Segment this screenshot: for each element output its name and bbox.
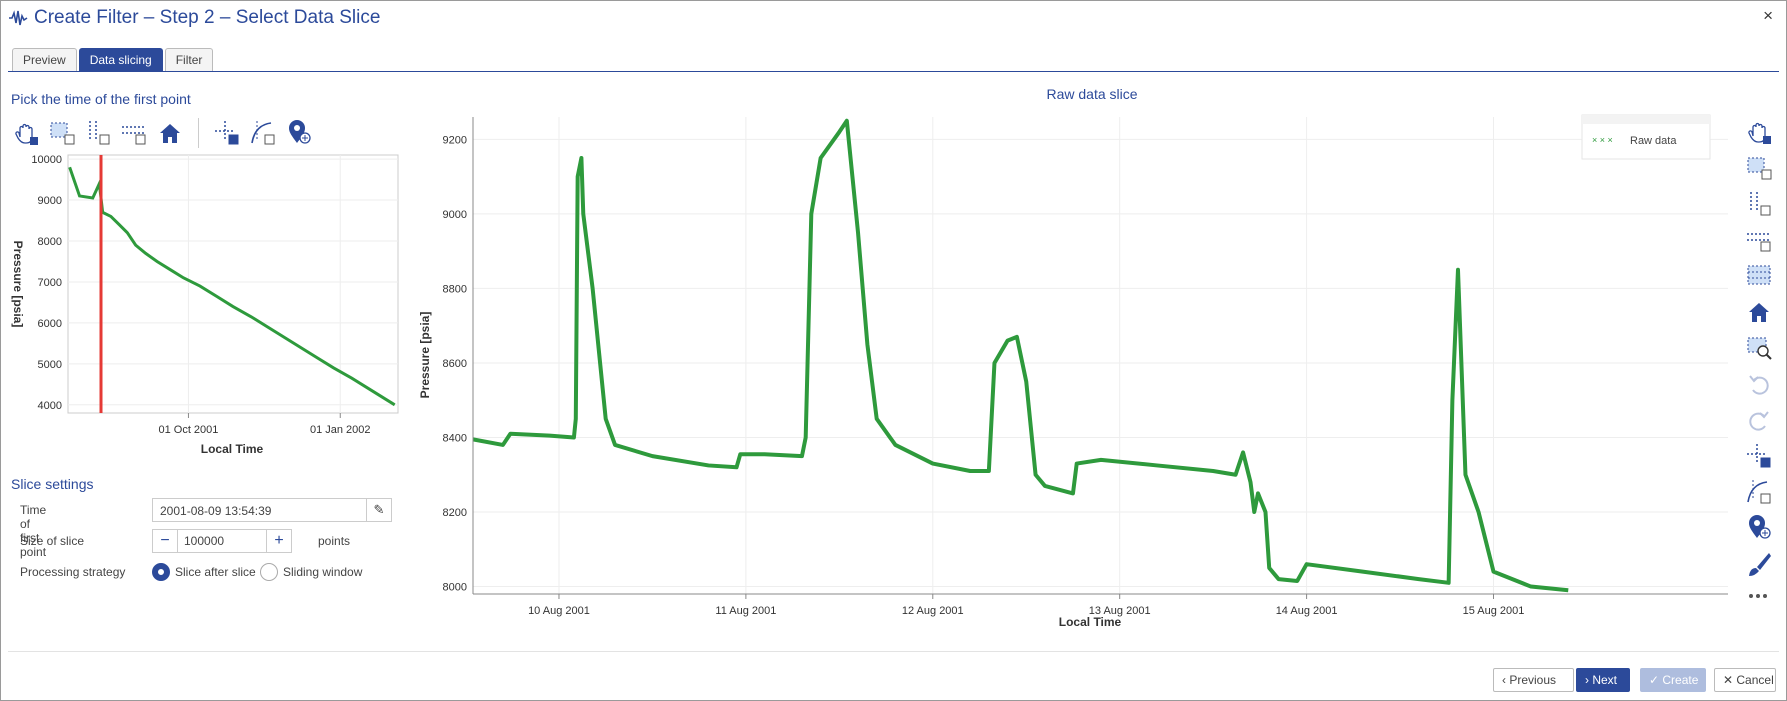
x-tick-label: 14 Aug 2001 <box>1276 605 1338 617</box>
crosshair-select-icon[interactable] <box>1745 442 1775 470</box>
time-of-first-point-input[interactable]: 2001-08-09 13:54:39 ✎ <box>152 498 392 522</box>
overview-plot-area <box>67 154 399 414</box>
xy-range-select-icon[interactable] <box>1745 262 1775 290</box>
close-icon: ✕ <box>1723 673 1737 687</box>
previous-button[interactable]: ‹ Previous <box>1493 668 1574 692</box>
crosshair-select-icon[interactable] <box>213 119 241 147</box>
y-tick-label: 6000 <box>38 318 62 330</box>
title-bar: Create Filter – Step 2 – Select Data Sli… <box>8 6 380 30</box>
raw-data-slice-chart[interactable]: Raw data slice 8000 8200 8400 8600 8800 9000 9… <box>410 82 1740 642</box>
x-tick-label: 01 Oct 2001 <box>158 424 218 436</box>
main-plot-area <box>473 117 1653 642</box>
tab-bar: Preview Data slicing Filter <box>12 48 214 71</box>
tab-preview[interactable]: Preview <box>12 48 77 71</box>
check-icon: ✓ <box>1649 673 1663 687</box>
y-tick-label: 10000 <box>31 154 62 166</box>
size-input[interactable]: 100000 <box>177 530 267 552</box>
radio-sliding-window[interactable]: Sliding window <box>260 563 362 581</box>
legend: × × × Raw data <box>1581 114 1711 160</box>
more-icon[interactable] <box>1745 586 1775 614</box>
point-lookup-icon[interactable] <box>285 119 313 147</box>
home-icon[interactable] <box>156 119 184 147</box>
close-icon[interactable]: × <box>1763 6 1773 26</box>
left-panel-heading: Pick the time of the first point <box>11 91 191 107</box>
x-tick-label: 11 Aug 2001 <box>715 605 776 617</box>
y-tick-label: 4000 <box>38 400 62 412</box>
next-button[interactable]: › Next <box>1576 668 1630 692</box>
y-range-select-icon[interactable] <box>1745 226 1775 254</box>
decrement-button[interactable]: − <box>153 530 177 552</box>
x-tick-label: 01 Jan 2002 <box>310 424 371 436</box>
zoom-icon[interactable] <box>1745 334 1775 362</box>
y-tick-label: 8600 <box>443 358 467 370</box>
x-tick-label: 15 Aug 2001 <box>1463 605 1525 617</box>
y-range-select-icon[interactable] <box>120 119 148 147</box>
legend-marker: × × × <box>1592 135 1613 145</box>
previous-label: Previous <box>1509 673 1557 687</box>
overview-y-axis-label: Pressure [psia] <box>11 241 25 328</box>
x-range-select-icon[interactable] <box>84 119 112 147</box>
legend-label: Raw data <box>1630 135 1677 147</box>
pan-icon[interactable] <box>12 119 40 147</box>
y-tick-label: 8800 <box>443 283 467 295</box>
radio-slice-after-slice[interactable]: Slice after slice <box>152 563 256 581</box>
overview-x-axis-label: Local Time <box>201 442 264 456</box>
y-tick-label: 8400 <box>443 432 467 444</box>
x-tick-label: 10 Aug 2001 <box>528 605 590 617</box>
chart-title: Raw data slice <box>1046 86 1137 102</box>
curve-select-icon[interactable] <box>1745 478 1775 506</box>
pan-icon[interactable] <box>1745 118 1775 146</box>
tab-data-slicing[interactable]: Data slicing <box>78 48 163 71</box>
y-tick-label: 8000 <box>443 582 467 594</box>
undo-icon[interactable] <box>1745 370 1775 398</box>
main-y-axis-label: Pressure [psia] <box>418 312 432 399</box>
time-label: Time of first point <box>20 503 47 559</box>
y-tick-label: 9000 <box>443 209 467 221</box>
box-select-icon[interactable] <box>48 119 76 147</box>
tab-filter[interactable]: Filter <box>164 48 214 71</box>
slice-settings-heading: Slice settings <box>11 476 94 492</box>
x-range-select-icon[interactable] <box>1745 190 1775 218</box>
curve-select-icon[interactable] <box>249 119 277 147</box>
overview-chart[interactable]: 4000 5000 6000 7000 8000 9000 10000 01 Oct 200… <box>0 150 410 460</box>
next-label: Next <box>1592 673 1618 687</box>
left-toolbar <box>12 118 313 148</box>
create-button[interactable]: ✓ Create <box>1640 668 1706 692</box>
x-tick-label: 12 Aug 2001 <box>902 605 964 617</box>
cancel-button[interactable]: ✕ Cancel <box>1714 668 1776 692</box>
y-tick-label: 9000 <box>38 195 62 207</box>
redo-icon[interactable] <box>1745 406 1775 434</box>
dialog-title: Create Filter – Step 2 – Select Data Sli… <box>34 7 381 28</box>
home-icon[interactable] <box>1745 298 1775 326</box>
point-lookup-icon[interactable] <box>1745 514 1775 542</box>
increment-button[interactable]: + <box>267 530 291 552</box>
pencil-icon[interactable]: ✎ <box>366 499 391 521</box>
cancel-label: Cancel <box>1736 673 1774 687</box>
size-label: Size of slice <box>20 534 85 548</box>
create-label: Create <box>1662 673 1699 687</box>
footer-divider <box>8 651 1779 652</box>
y-tick-label: 7000 <box>38 277 62 289</box>
y-tick-label: 8200 <box>443 507 467 519</box>
right-toolbar <box>1745 118 1777 622</box>
radio-selected-dot <box>152 563 170 581</box>
y-tick-label: 9200 <box>443 134 467 146</box>
y-tick-label: 5000 <box>38 359 62 371</box>
tab-divider <box>8 71 1779 72</box>
y-tick-label: 8000 <box>38 236 62 248</box>
time-value: 2001-08-09 13:54:39 <box>160 504 272 518</box>
main-x-axis-label: Local Time <box>1059 615 1122 629</box>
waveform-icon <box>9 10 28 26</box>
brush-icon[interactable] <box>1745 550 1775 578</box>
radio-sliding-window-label: Sliding window <box>283 565 363 579</box>
radio-slice-after-slice-label: Slice after slice <box>175 565 256 579</box>
strategy-label: Processing strategy <box>20 565 126 579</box>
size-unit: points <box>318 534 351 548</box>
radio-unselected-dot <box>260 563 278 581</box>
box-select-icon[interactable] <box>1745 154 1775 182</box>
raw-data-series-line <box>472 118 1569 593</box>
toolbar-separator <box>198 118 199 148</box>
size-stepper[interactable]: − 100000 + <box>152 529 292 553</box>
